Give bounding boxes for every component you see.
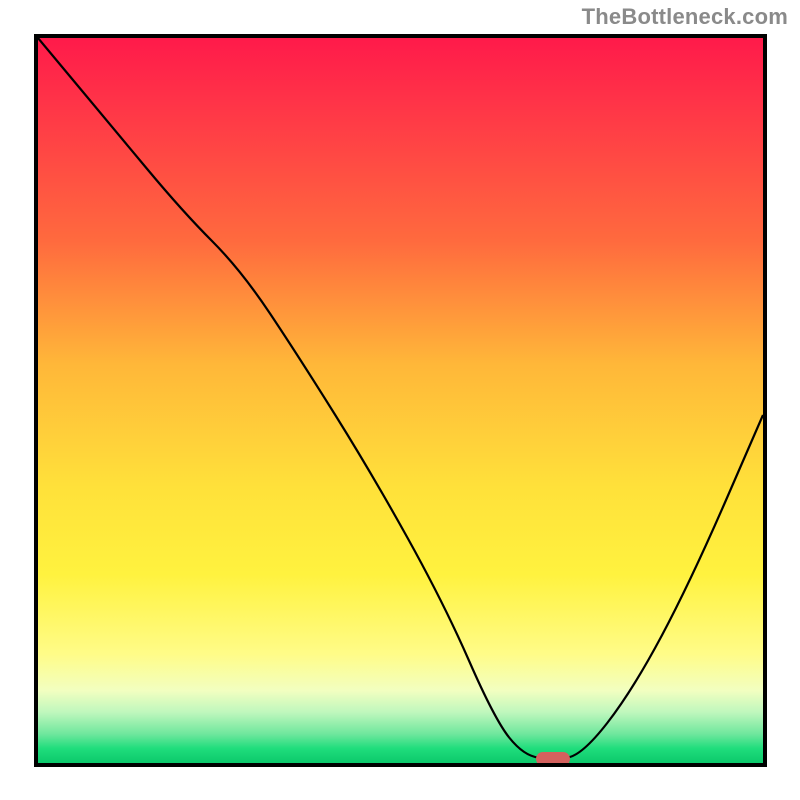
optimal-marker	[536, 752, 570, 766]
chart-background-gradient	[38, 38, 763, 763]
chart-plot-area	[34, 34, 767, 767]
watermark-text: TheBottleneck.com	[582, 4, 788, 30]
